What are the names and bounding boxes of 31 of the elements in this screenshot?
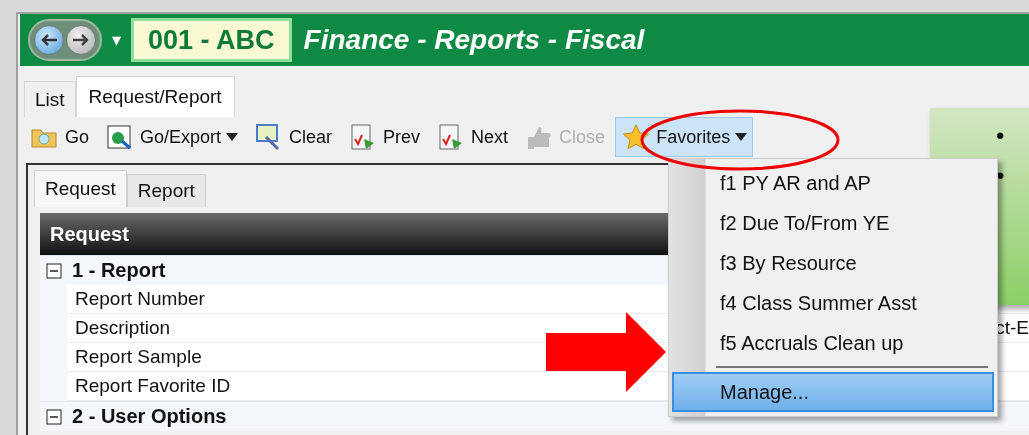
toolbar-button[interactable]: Favorites	[615, 117, 754, 157]
tab[interactable]: Request	[34, 170, 127, 207]
toolbar-button[interactable]: Clear	[248, 117, 339, 157]
section-label: 2 - User Options	[72, 405, 227, 428]
menu-item[interactable]: f1 PY AR and AP	[672, 163, 994, 203]
menu-item[interactable]: f5 Accruals Clean up	[672, 323, 994, 363]
property-label: Report Sample	[75, 346, 202, 368]
forward-button[interactable]	[66, 25, 96, 55]
history-dropdown[interactable]: ▾	[112, 29, 122, 51]
menu-item[interactable]: Manage...	[672, 372, 994, 412]
property-label: Description	[75, 317, 171, 339]
toolbar-button[interactable]: Go/Export	[99, 117, 245, 157]
collapse-icon[interactable]	[46, 408, 62, 425]
menu-item[interactable]: f4 Class Summer Asst	[672, 283, 994, 323]
section-label: 1 - Report	[72, 259, 166, 282]
property-label: Report Favorite ID	[75, 375, 231, 397]
toolbar-button[interactable]: Go	[24, 117, 95, 157]
tab[interactable]: List	[24, 81, 76, 117]
star-icon	[621, 123, 652, 151]
back-button[interactable]	[34, 25, 64, 55]
forward-arrow-icon	[72, 33, 90, 47]
bullet: •	[996, 124, 1006, 148]
tab[interactable]: Report	[126, 174, 206, 207]
company-code: 001 - ABC	[131, 18, 292, 62]
window-title: Finance - Reports - Fiscal	[303, 24, 645, 56]
toolbar-button[interactable]: Next	[430, 117, 515, 157]
property-label: Report Number	[75, 288, 205, 310]
back-arrow-icon	[40, 33, 58, 47]
collapse-icon[interactable]	[46, 262, 62, 279]
toolbar-button[interactable]: Prev	[342, 117, 427, 157]
tab[interactable]: Request/Report	[75, 76, 235, 117]
